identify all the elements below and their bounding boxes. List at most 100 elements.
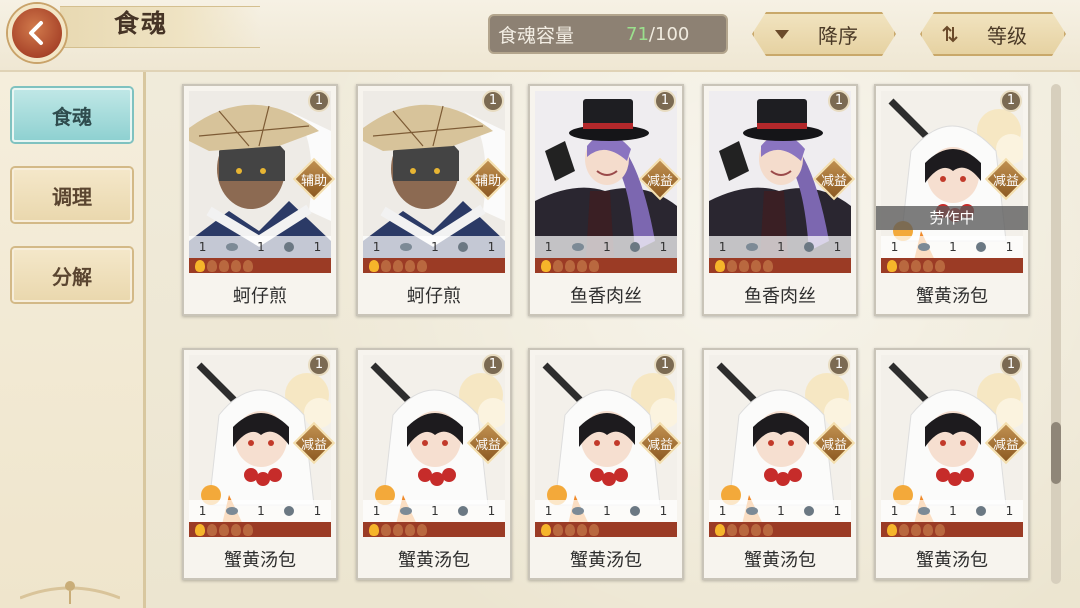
scrollbar-thumb[interactable] <box>1051 422 1061 484</box>
drop-icon <box>225 507 238 515</box>
sort-order-button[interactable]: 降序 <box>752 12 896 56</box>
role-badge: 辅助 <box>466 157 510 201</box>
card-name: 蟹黄汤包 <box>570 550 642 571</box>
soul-card[interactable]: 1 减益 1 1 1 鱼香肉丝 <box>702 84 858 316</box>
sidebar-item-soul[interactable]: 食魂 <box>12 88 132 142</box>
role-badge: 减益 <box>292 421 336 465</box>
card-name: 蟹黄汤包 <box>916 286 988 307</box>
soul-card[interactable]: 1 辅助 1 1 1 蚵仔煎 <box>356 84 512 316</box>
flame-star-icon <box>935 523 945 536</box>
level-badge: 1 <box>1000 90 1022 112</box>
stat-value: 1 <box>257 240 265 254</box>
flame-star-icon <box>589 523 599 536</box>
stat-value: 1 <box>659 504 668 518</box>
flame-star-icon <box>911 523 921 536</box>
sidebar-item-label: 分解 <box>52 264 92 289</box>
flame-star-icon <box>369 523 379 536</box>
stat-value: 1 <box>890 240 899 254</box>
flame-star-icon <box>899 523 909 536</box>
card-name: 蟹黄汤包 <box>224 550 296 571</box>
stats-row: 1 1 1 <box>881 500 1023 522</box>
role-badge: 减益 <box>984 421 1028 465</box>
star-rating <box>881 258 1023 273</box>
stat-value: 1 <box>949 240 957 254</box>
top-bar: 食魂 食魂容量 71/100 降序 等级 <box>0 0 1080 72</box>
soul-card[interactable]: 1 减益 1 1 1 蟹黄汤包 <box>356 348 512 580</box>
flame-star-icon <box>887 259 897 272</box>
role-label: 减益 <box>992 174 1019 189</box>
role-label: 减益 <box>992 438 1019 453</box>
stat-value: 1 <box>544 504 553 518</box>
flame-star-icon <box>727 259 737 272</box>
level-badge: 1 <box>828 90 850 112</box>
flame-star-icon <box>565 523 575 536</box>
flask-icon <box>630 506 641 516</box>
card-name: 鱼香肉丝 <box>744 286 816 307</box>
flame-star-icon <box>911 259 921 272</box>
sort-by-button[interactable]: 等级 <box>920 12 1066 56</box>
stats-row: 1 1 1 <box>189 500 331 522</box>
star-rating <box>189 258 331 273</box>
sidebar-item-decompose[interactable]: 分解 <box>12 248 132 302</box>
capacity-current: 71 <box>626 23 649 45</box>
flame-star-icon <box>231 523 241 536</box>
stats-row: 1 1 1 <box>709 500 851 522</box>
drop-icon <box>399 243 412 251</box>
flame-star-icon <box>393 259 403 272</box>
soul-card[interactable]: 1 辅助 1 1 1 蚵仔煎 <box>182 84 338 316</box>
flame-star-icon <box>899 259 909 272</box>
stats-row: 1 1 1 <box>363 500 505 522</box>
drop-icon <box>745 507 758 515</box>
flame-star-icon <box>715 523 725 536</box>
role-badge: 减益 <box>466 421 510 465</box>
soul-card[interactable]: 1 减益 1 1 1 蟹黄汤包 <box>702 348 858 580</box>
flame-star-icon <box>405 259 415 272</box>
sort-swap-icon <box>940 24 960 44</box>
level-badge: 1 <box>482 354 504 376</box>
card-name: 蟹黄汤包 <box>916 550 988 571</box>
stat-value: 1 <box>603 504 611 518</box>
scrollbar-track[interactable] <box>1051 84 1061 584</box>
soul-card[interactable]: 1 减益 1 1 1 鱼香肉丝 <box>528 84 684 316</box>
back-button[interactable] <box>8 4 66 62</box>
role-badge: 减益 <box>812 421 856 465</box>
card-name: 蟹黄汤包 <box>398 550 470 571</box>
role-label: 减益 <box>646 174 673 189</box>
flame-star-icon <box>553 523 563 536</box>
status-badge: 劳作中 <box>876 206 1028 230</box>
level-badge: 1 <box>654 90 676 112</box>
stat-value: 1 <box>659 240 668 254</box>
flame-star-icon <box>243 259 253 272</box>
stat-value: 1 <box>431 240 439 254</box>
drop-icon <box>745 243 758 251</box>
sidebar-item-cook[interactable]: 调理 <box>12 168 132 222</box>
role-badge: 减益 <box>984 157 1028 201</box>
drop-icon <box>917 507 930 515</box>
sort-order-label: 降序 <box>818 23 858 48</box>
flame-star-icon <box>751 523 761 536</box>
stat-value: 1 <box>313 504 322 518</box>
flame-star-icon <box>887 523 897 536</box>
soul-card[interactable]: 1 减益 1 1 1 蟹黄汤包 <box>182 348 338 580</box>
flame-star-icon <box>405 523 415 536</box>
soul-card[interactable]: 1 减益 1 1 1 劳作中 蟹黄汤包 <box>874 84 1030 316</box>
soul-card[interactable]: 1 减益 1 1 1 蟹黄汤包 <box>528 348 684 580</box>
flame-star-icon <box>565 259 575 272</box>
sidebar-item-label: 食魂 <box>52 104 92 129</box>
stats-row: 1 1 1 <box>535 500 677 522</box>
flame-star-icon <box>763 523 773 536</box>
flame-star-icon <box>739 523 749 536</box>
stats-row: 1 1 1 <box>881 236 1023 258</box>
soul-card[interactable]: 1 减益 1 1 1 蟹黄汤包 <box>874 348 1030 580</box>
stat-value: 1 <box>198 504 207 518</box>
flame-star-icon <box>727 523 737 536</box>
stat-value: 1 <box>313 240 322 254</box>
flask-icon <box>284 242 295 252</box>
stats-row: 1 1 1 <box>535 236 677 258</box>
stat-value: 1 <box>372 240 381 254</box>
drop-icon <box>225 243 238 251</box>
role-label: 减益 <box>820 174 847 189</box>
flame-star-icon <box>763 259 773 272</box>
flame-star-icon <box>207 523 217 536</box>
stat-value: 1 <box>487 504 496 518</box>
